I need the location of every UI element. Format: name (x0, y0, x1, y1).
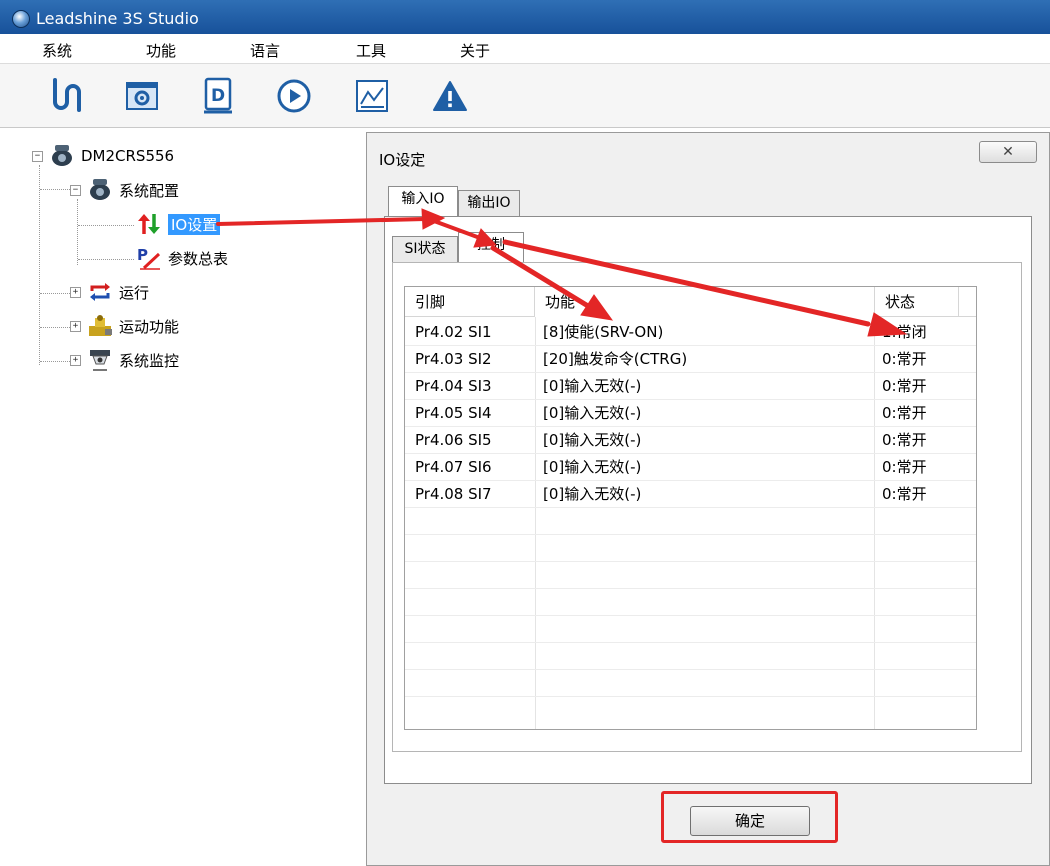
menu-bar: 系统 功能 语言 工具 关于 (0, 34, 1050, 64)
dialog-title: IO设定 (379, 151, 426, 169)
function-cell[interactable]: [0]输入无效(-) (543, 481, 641, 508)
table-row[interactable]: Pr4.07 SI6 [0]输入无效(-) 0:常开 (405, 454, 976, 481)
empty-row (405, 670, 976, 697)
empty-row (405, 589, 976, 616)
function-cell[interactable]: [0]输入无效(-) (543, 454, 641, 481)
function-cell[interactable]: [20]触发命令(CTRG) (543, 346, 687, 373)
table-row[interactable]: Pr4.06 SI5 [0]输入无效(-) 0:常开 (405, 427, 976, 454)
io-table: 引脚 功能 状态 Pr4.02 SI1 [8]使能(SRV-ON) 1:常闭 P… (404, 286, 977, 730)
status-cell[interactable]: 0:常开 (882, 454, 927, 481)
pin-cell: Pr4.05 SI4 (415, 404, 492, 422)
expand-icon[interactable]: + (70, 354, 81, 366)
function-cell[interactable]: [8]使能(SRV-ON) (543, 319, 663, 346)
menu-tools[interactable]: 工具 (356, 40, 386, 61)
column-pin[interactable]: 引脚 (405, 287, 535, 317)
empty-row (405, 643, 976, 670)
tree-node-run[interactable]: + 运行 (70, 279, 149, 305)
table-row[interactable]: Pr4.03 SI2 [20]触发命令(CTRG) 0:常开 (405, 346, 976, 373)
status-cell[interactable]: 0:常开 (882, 346, 927, 373)
table-row[interactable]: Pr4.05 SI4 [0]输入无效(-) 0:常开 (405, 400, 976, 427)
tree-node-io-settings[interactable]: IO设置 (136, 211, 221, 237)
status-cell[interactable]: 0:常开 (882, 481, 927, 508)
app-logo-icon (12, 10, 30, 28)
pin-cell: Pr4.04 SI3 (415, 377, 492, 395)
empty-row (405, 535, 976, 562)
table-row[interactable]: Pr4.04 SI3 [0]输入无效(-) 0:常开 (405, 373, 976, 400)
motion-function-icon (87, 314, 113, 338)
expand-icon[interactable]: + (70, 320, 81, 332)
tree-node-motion[interactable]: + 运动功能 (70, 313, 179, 339)
servo-drive-icon (87, 178, 113, 202)
menu-function[interactable]: 功能 (146, 40, 176, 61)
pin-cell: Pr4.08 SI7 (415, 485, 492, 503)
tree-node-root[interactable]: − DM2CRS556 (32, 143, 174, 169)
parameter-edit-icon: P (136, 246, 162, 270)
device-tree: − DM2CRS556 − 系统配置 IO设置 P 参数总表 + 运行 + 运动… (18, 135, 358, 863)
function-cell[interactable]: [0]输入无效(-) (543, 427, 641, 454)
close-button[interactable]: ✕ (979, 141, 1037, 163)
title-bar: Leadshine 3S Studio (0, 0, 1050, 34)
io-arrows-icon (136, 212, 162, 236)
monitor-camera-icon (87, 348, 113, 372)
servo-drive-icon (49, 144, 75, 168)
toolbar: D (0, 64, 1050, 128)
warning-icon[interactable] (430, 76, 470, 116)
settings-icon[interactable] (122, 76, 162, 116)
tab-input-io[interactable]: 输入IO (388, 186, 458, 216)
collapse-icon[interactable]: − (32, 150, 43, 162)
pin-cell: Pr4.03 SI2 (415, 350, 492, 368)
menu-language[interactable]: 语言 (250, 40, 280, 61)
function-cell[interactable]: [0]输入无效(-) (543, 373, 641, 400)
chart-icon[interactable] (352, 76, 392, 116)
svg-text:D: D (211, 86, 225, 106)
ok-button[interactable]: 确定 (690, 806, 810, 836)
collapse-icon[interactable]: − (70, 184, 81, 196)
window-title: Leadshine 3S Studio (36, 9, 199, 28)
function-cell[interactable]: [0]输入无效(-) (543, 400, 641, 427)
tree-node-label: 系统监控 (119, 351, 180, 370)
tree-node-label: DM2CRS556 (81, 147, 175, 165)
tree-node-label: 运行 (119, 283, 150, 302)
tree-node-params[interactable]: P 参数总表 (136, 245, 228, 271)
tree-node-config[interactable]: − 系统配置 (70, 177, 179, 203)
menu-about[interactable]: 关于 (460, 40, 490, 61)
status-cell[interactable]: 0:常开 (882, 373, 927, 400)
table-header: 引脚 功能 状态 (405, 287, 976, 317)
play-icon[interactable] (274, 76, 314, 116)
tab-output-io[interactable]: 输出IO (458, 190, 520, 216)
column-function[interactable]: 功能 (535, 287, 875, 317)
column-status[interactable]: 状态 (875, 287, 959, 317)
tab-si-status[interactable]: SI状态 (392, 236, 458, 262)
tree-node-label: IO设置 (168, 213, 221, 235)
pin-cell: Pr4.07 SI6 (415, 458, 492, 476)
menu-system[interactable]: 系统 (42, 40, 72, 61)
table-row[interactable]: Pr4.08 SI7 [0]输入无效(-) 0:常开 (405, 481, 976, 508)
pin-cell: Pr4.02 SI1 (415, 323, 492, 341)
tree-node-label: 系统配置 (119, 181, 180, 200)
empty-row (405, 616, 976, 643)
svg-text:P: P (137, 246, 148, 264)
status-cell[interactable]: 0:常开 (882, 400, 927, 427)
pin-cell: Pr4.06 SI5 (415, 431, 492, 449)
tree-node-label: 参数总表 (168, 249, 229, 268)
cycle-arrows-icon (87, 280, 113, 304)
expand-icon[interactable]: + (70, 286, 81, 298)
tree-node-label: 运动功能 (119, 317, 180, 336)
document-icon[interactable]: D (198, 76, 238, 116)
connect-icon[interactable] (46, 76, 86, 116)
tab-control[interactable]: 控制 (458, 232, 524, 262)
table-row[interactable]: Pr4.02 SI1 [8]使能(SRV-ON) 1:常闭 (405, 319, 976, 346)
status-cell[interactable]: 1:常闭 (882, 319, 927, 346)
empty-row (405, 508, 976, 535)
empty-row (405, 562, 976, 589)
status-cell[interactable]: 0:常开 (882, 427, 927, 454)
tree-node-monitor[interactable]: + 系统监控 (70, 347, 179, 373)
